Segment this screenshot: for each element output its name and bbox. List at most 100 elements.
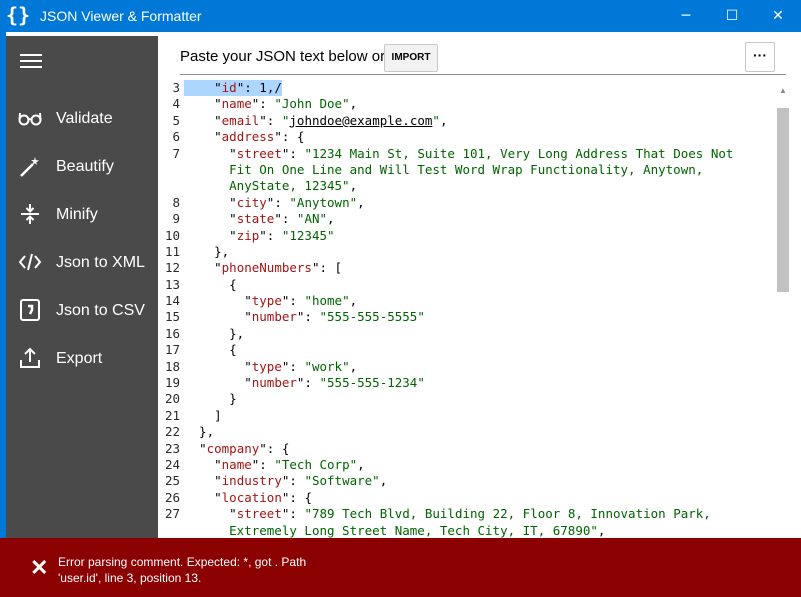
line-code: "city": "Anytown", — [229, 194, 365, 210]
editor-line[interactable]: 16 }, — [160, 326, 776, 342]
sidebar-item-label: Json to XML — [56, 254, 145, 271]
editor-line[interactable]: 21 ] — [160, 408, 776, 424]
editor-line[interactable]: Extremely Long Street Name, Tech City, I… — [160, 523, 776, 538]
import-button[interactable]: IMPORT — [384, 44, 438, 72]
line-number: 17 — [164, 342, 180, 358]
line-code: "phoneNumbers": [ — [214, 260, 343, 276]
title-bar: {} JSON Viewer & Formatter ─ ☐ ✕ — [0, 0, 801, 32]
line-number: 9 — [172, 211, 180, 227]
line-number: 12 — [164, 260, 180, 276]
line-code: "company": { — [199, 440, 290, 456]
editor-line[interactable]: 5 "email": "johndoe@example.com", — [160, 113, 776, 129]
line-number: 20 — [164, 391, 180, 407]
close-button[interactable]: ✕ — [755, 0, 801, 32]
sidebar-item-beautify[interactable]: Beautify — [6, 146, 158, 186]
line-code: "number": "555-555-5555" — [244, 309, 425, 325]
line-number: 16 — [164, 325, 180, 341]
editor-line[interactable]: 26 "location": { — [160, 490, 776, 506]
sidebar-item-validate[interactable]: Validate — [6, 98, 158, 138]
line-number: 26 — [164, 489, 180, 505]
line-code: AnyState, 12345", — [229, 178, 358, 194]
line-code: { — [184, 276, 237, 292]
scroll-up-arrow-icon[interactable]: ▲ — [776, 84, 790, 98]
export-icon — [20, 347, 40, 368]
line-code: "name": "John Doe", — [214, 96, 358, 112]
line-code: "email": "johndoe@example.com", — [214, 112, 448, 128]
line-code: } — [184, 391, 237, 407]
line-number: 19 — [164, 375, 180, 391]
glasses-icon — [18, 112, 42, 126]
editor-line[interactable]: 15 "number": "555-555-5555" — [160, 309, 776, 325]
editor-line[interactable]: 22 }, — [160, 424, 776, 440]
line-code: }, — [184, 325, 245, 341]
error-bar: ✕ Error parsing comment. Expected: *, go… — [0, 538, 801, 597]
window-title: JSON Viewer & Formatter — [40, 8, 202, 24]
editor-line[interactable]: 23 "company": { — [160, 441, 776, 457]
line-code: "state": "AN", — [229, 211, 335, 227]
editor-line[interactable]: 17 { — [160, 342, 776, 358]
editor-line[interactable]: 4 "name": "John Doe", — [160, 96, 776, 112]
editor-line[interactable]: Fit On One Line and Will Test Word Wrap … — [160, 162, 776, 178]
line-number: 10 — [164, 227, 180, 243]
editor-line[interactable]: 8 "city": "Anytown", — [160, 195, 776, 211]
line-code: "location": { — [214, 489, 312, 505]
editor-line[interactable]: 7 "street": "1234 Main St, Suite 101, Ve… — [160, 146, 776, 162]
sidebar: Validate Beautify Minify Json to XML Jso… — [6, 36, 158, 538]
line-code: }, — [184, 243, 230, 259]
editor-line[interactable]: 11 }, — [160, 244, 776, 260]
sidebar-item-label: Json to CSV — [56, 302, 145, 319]
csv-file-icon — [20, 299, 40, 321]
line-number: 14 — [164, 293, 180, 309]
line-code: "street": "1234 Main St, Suite 101, Very… — [229, 145, 734, 161]
sidebar-item-label: Minify — [56, 206, 98, 223]
line-number: 27 — [164, 506, 180, 522]
editor-line[interactable]: 14 "type": "home", — [160, 293, 776, 309]
line-code: "zip": "12345" — [229, 227, 335, 243]
editor-line[interactable]: 6 "address": { — [160, 129, 776, 145]
line-code: }, — [184, 424, 215, 440]
sidebar-item-export[interactable]: Export — [6, 338, 158, 378]
editor-line[interactable]: 27 "street": "789 Tech Blvd, Building 22… — [160, 506, 776, 522]
editor-line[interactable]: 19 "number": "555-555-1234" — [160, 375, 776, 391]
sidebar-item-minify[interactable]: Minify — [6, 194, 158, 234]
line-code: Fit On One Line and Will Test Word Wrap … — [229, 161, 704, 177]
editor-line[interactable]: 3 "id": 1,/ — [160, 80, 776, 97]
sidebar-item-label: Beautify — [56, 158, 114, 175]
sidebar-item-json-to-csv[interactable]: Json to CSV — [6, 290, 158, 330]
dismiss-error-icon[interactable]: ✕ — [30, 557, 48, 579]
editor-line[interactable]: 25 "industry": "Software", — [160, 473, 776, 489]
error-message: Error parsing comment. Expected: *, got … — [58, 555, 307, 585]
editor-line[interactable]: 18 "type": "work", — [160, 359, 776, 375]
line-code: "type": "home", — [244, 293, 358, 309]
sidebar-item-label: Export — [56, 350, 103, 367]
compress-icon — [21, 204, 39, 224]
editor-line[interactable]: 20 } — [160, 391, 776, 407]
line-number: 24 — [164, 456, 180, 472]
line-number: 22 — [164, 424, 180, 440]
line-number: 25 — [164, 473, 180, 489]
editor-line[interactable]: 24 "name": "Tech Corp", — [160, 457, 776, 473]
toolbar-divider — [180, 74, 786, 75]
code-icon — [18, 253, 42, 271]
line-number: 4 — [172, 96, 180, 112]
line-code: "address": { — [214, 129, 305, 145]
line-number: 7 — [172, 145, 180, 161]
json-editor[interactable]: 3 "id": 1,/4 "name": "John Doe", 5 "email… — [160, 80, 776, 538]
scrollbar-thumb[interactable] — [777, 108, 789, 292]
editor-line[interactable]: 13 { — [160, 277, 776, 293]
minimize-button[interactable]: ─ — [663, 0, 709, 32]
line-number: 13 — [164, 276, 180, 292]
line-code: Extremely Long Street Name, Tech City, I… — [229, 522, 606, 538]
maximize-button[interactable]: ☐ — [709, 0, 755, 32]
line-number: 3 — [172, 80, 180, 95]
line-number: 11 — [164, 243, 180, 259]
more-options-button[interactable]: ··· — [745, 42, 775, 72]
editor-line[interactable]: 12 "phoneNumbers": [ — [160, 260, 776, 276]
sidebar-item-json-to-xml[interactable]: Json to XML — [6, 242, 158, 282]
braces-icon: {} — [6, 3, 31, 27]
hamburger-menu-icon[interactable] — [20, 52, 44, 70]
editor-line[interactable]: AnyState, 12345", — [160, 178, 776, 194]
editor-line[interactable]: 9 "state": "AN", — [160, 211, 776, 227]
editor-line[interactable]: 10 "zip": "12345" — [160, 228, 776, 244]
line-number: 23 — [164, 440, 180, 456]
